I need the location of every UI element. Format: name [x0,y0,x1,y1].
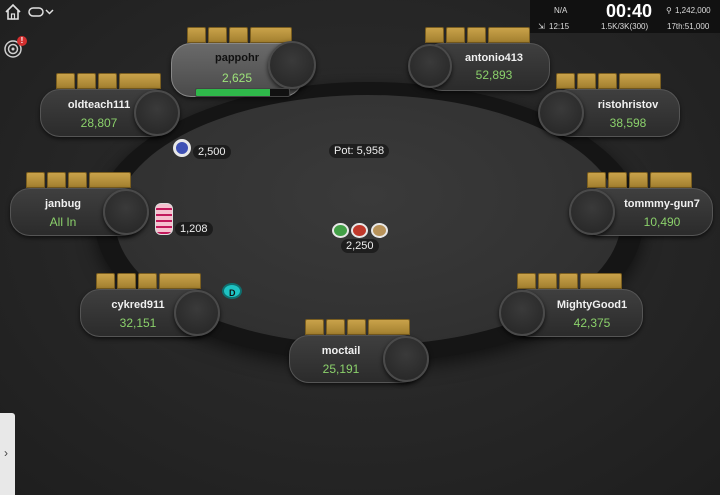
player-avatar [134,90,180,136]
player-avatar [569,189,615,235]
player-avatar [103,189,149,235]
chip [371,223,388,238]
bet-janbug: 1,208 [175,222,213,236]
player-avatar [499,290,545,336]
chip [332,223,349,238]
hole-cards [305,319,410,335]
seat-antonio413[interactable]: antonio413 52,893 [405,27,550,93]
seat-oldteach111[interactable]: oldteach111 28,807 [40,73,188,141]
hole-cards [425,27,530,43]
hole-cards [556,73,661,89]
prize-pool-icon: ⚲ [666,6,672,15]
seat-moctail[interactable]: moctail 25,191 [289,319,435,387]
hole-cards [26,172,131,188]
hole-cards [96,273,201,289]
hole-cards [187,27,292,43]
prize-pool: 1,242,000 [675,6,711,15]
tournament-info-panel: N/A 00:40 ⚲ 1,242,000 ⇲ 12:15 1.5K/3K(30… [530,0,720,33]
level-label: N/A [554,6,568,15]
chip [173,139,191,157]
home-icon[interactable] [4,3,22,21]
bet-oldteach111: 2,500 [193,145,231,159]
hole-cards [56,73,161,89]
player-avatar [268,41,316,89]
pot-label: Pot: 5,958 [329,144,390,158]
elapsed-time: 12:15 [549,22,570,31]
chip-stack [155,203,173,235]
seat-cykred911[interactable]: cykred911 32,151 [80,273,228,341]
player-avatar [174,290,220,336]
center-bet: 2,250 [341,239,379,253]
player-avatar [408,44,452,88]
seat-mightygood1[interactable]: MightyGood1 42,375 [497,273,647,341]
player-avatar [383,336,429,382]
seat-janbug[interactable]: janbug All In [10,172,156,240]
hole-cards [587,172,692,188]
seat-pappohr[interactable]: pappohr 2,625 [171,27,316,100]
svg-text:D: D [229,288,236,298]
notification-badge: ! [17,36,27,46]
action-timer-bar [195,88,290,97]
level-clock: 00:40 [606,1,653,21]
menu-icon[interactable] [28,4,56,20]
player-rank: 17th:51,000 [667,22,710,31]
seat-tommmy-gun7[interactable]: tommmy-gun7 10,490 [567,172,717,240]
chevron-right-icon[interactable]: › [4,446,8,460]
player-avatar [538,90,584,136]
hole-cards [517,273,622,289]
seat-ristohristov[interactable]: ristohristov 38,598 [536,73,686,141]
blinds-label: 1.5K/3K(300) [601,22,649,31]
chip [351,223,368,238]
